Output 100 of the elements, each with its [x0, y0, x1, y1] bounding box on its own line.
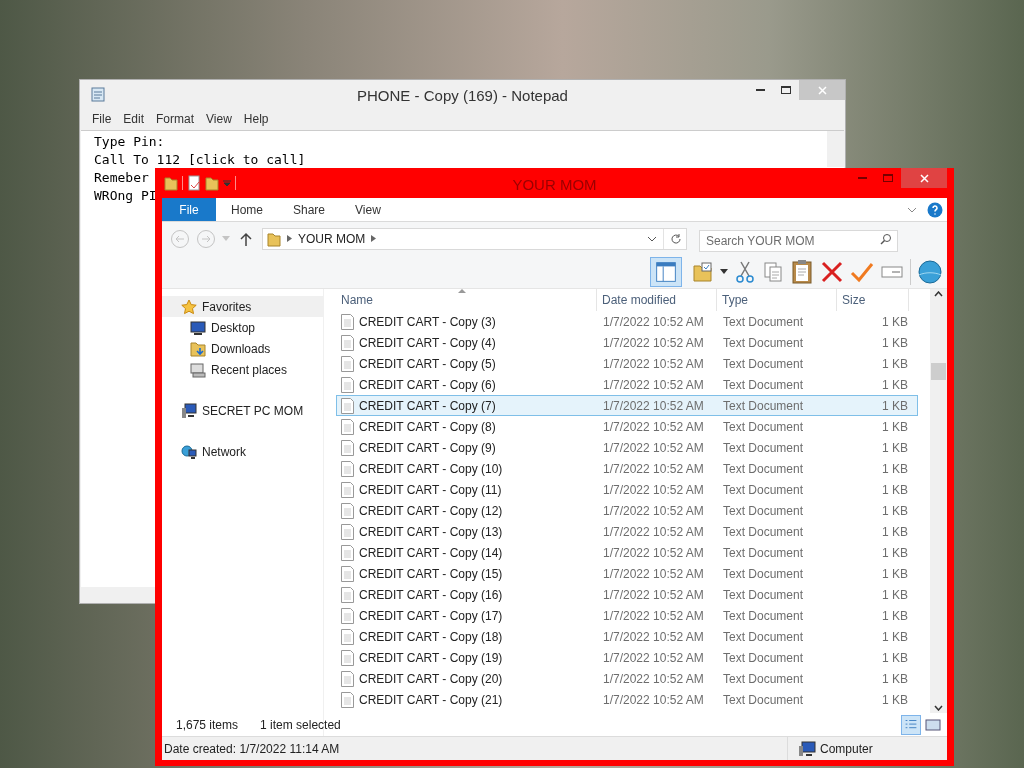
text-file-icon [341, 334, 354, 351]
text-file-icon [341, 649, 354, 666]
dropdown-icon[interactable] [223, 179, 231, 187]
monitor-icon [190, 319, 206, 336]
date-cell-text: 1/7/2022 10:52 AM [602, 376, 705, 394]
computer-icon [798, 740, 816, 757]
file-row[interactable]: CREDIT CART - Copy (13) 1/7/2022 10:52 AM Text Document 1 KB [336, 521, 918, 542]
search-field[interactable]: Search YOUR MOM [699, 229, 898, 252]
column-header[interactable]: Size [837, 289, 909, 311]
up-arrow-icon[interactable] [240, 231, 252, 246]
details-view-icon[interactable] [901, 714, 921, 735]
scroll-up-icon[interactable] [934, 291, 943, 297]
window-title: YOUR MOM [511, 175, 598, 195]
caret-icon[interactable] [720, 269, 728, 274]
preview-pane-icon[interactable] [650, 256, 682, 287]
file-name: CREDIT CART - Copy (11) [359, 481, 502, 499]
scrollbar[interactable] [827, 131, 844, 167]
file-row[interactable]: CREDIT CART - Copy (6) 1/7/2022 10:52 AM Text Document 1 KB [336, 374, 918, 395]
menu-item[interactable]: Help [237, 110, 275, 128]
sidebar-item[interactable]: Recent places [162, 359, 323, 380]
ribbon-tab[interactable]: Share [278, 198, 341, 221]
file-row[interactable]: CREDIT CART - Copy (21) 1/7/2022 10:52 AM Text Document 1 KB [336, 689, 918, 710]
column-header[interactable]: Name [336, 289, 597, 311]
sidebar-item[interactable]: Favorites [162, 296, 323, 317]
size-cell-text: 1 KB [881, 523, 909, 541]
file-row[interactable]: CREDIT CART - Copy (11) 1/7/2022 10:52 AM Text Document 1 KB [336, 479, 918, 500]
type-cell-text: Text Document [722, 565, 805, 583]
date-cell-text: 1/7/2022 10:52 AM [602, 691, 705, 709]
download-folder-icon [190, 340, 206, 357]
address-text[interactable]: YOUR MOM [298, 229, 366, 248]
file-row[interactable]: CREDIT CART - Copy (18) 1/7/2022 10:52 AM Text Document 1 KB [336, 626, 918, 647]
type-cell-text: Text Document [722, 313, 805, 331]
properties-icon[interactable] [187, 175, 201, 191]
menu-item[interactable]: Edit [117, 110, 151, 128]
text-file-icon [341, 670, 354, 687]
expand-ribbon-icon[interactable] [907, 206, 917, 213]
new-folder-icon[interactable] [205, 175, 219, 191]
file-row[interactable]: CREDIT CART - Copy (4) 1/7/2022 10:52 AM Text Document 1 KB [336, 332, 918, 353]
file-row[interactable]: CREDIT CART - Copy (9) 1/7/2022 10:52 AM Text Document 1 KB [336, 437, 918, 458]
file-row[interactable]: CREDIT CART - Copy (10) 1/7/2022 10:52 AM Text Document 1 KB [336, 458, 918, 479]
file-row[interactable]: CREDIT CART - Copy (8) 1/7/2022 10:52 AM Text Document 1 KB [336, 416, 918, 437]
address-bar[interactable]: YOUR MOM [262, 227, 687, 250]
refresh-icon[interactable] [670, 232, 682, 245]
scrollbar[interactable] [930, 289, 947, 713]
file-row[interactable]: CREDIT CART - Copy (16) 1/7/2022 10:52 AM Text Document 1 KB [336, 584, 918, 605]
menu-item[interactable]: Format [150, 110, 201, 128]
text-line: Remeber [94, 169, 149, 187]
close-icon [919, 173, 929, 183]
ribbon-tab[interactable]: Home [216, 198, 278, 221]
file-row[interactable]: CREDIT CART - Copy (15) 1/7/2022 10:52 AM Text Document 1 KB [336, 563, 918, 584]
date-cell-text: 1/7/2022 10:52 AM [602, 460, 705, 478]
date-cell-text: 1/7/2022 10:52 AM [602, 565, 705, 583]
date-cell-text: 1/7/2022 10:52 AM [602, 628, 705, 646]
file-row[interactable]: CREDIT CART - Copy (14) 1/7/2022 10:52 AM Text Document 1 KB [336, 542, 918, 563]
type-cell-text: Text Document [722, 523, 805, 541]
file-name: CREDIT CART - Copy (20) [359, 670, 503, 688]
file-row[interactable]: CREDIT CART - Copy (17) 1/7/2022 10:52 AM Text Document 1 KB [336, 605, 918, 626]
file-row[interactable]: CREDIT CART - Copy (20) 1/7/2022 10:52 AM Text Document 1 KB [336, 668, 918, 689]
type-cell-text: Text Document [722, 355, 805, 373]
column-header[interactable]: Date modified [597, 289, 717, 311]
recent-places-icon [190, 361, 206, 378]
menu-item[interactable]: File [86, 110, 118, 128]
dropdown-icon[interactable] [647, 235, 657, 242]
size-cell-text: 1 KB [881, 460, 909, 478]
delete-icon[interactable] [820, 259, 844, 284]
type-cell-text: Text Document [722, 376, 805, 394]
ribbon-tab[interactable]: View [340, 198, 396, 221]
file-row[interactable]: CREDIT CART - Copy (3) 1/7/2022 10:52 AM Text Document 1 KB [336, 311, 918, 332]
computer-icon [181, 402, 197, 419]
sidebar-item[interactable]: Desktop [162, 317, 323, 338]
ribbon-tab[interactable]: File [162, 198, 216, 221]
folder-check-icon[interactable] [692, 260, 714, 283]
file-row[interactable]: CREDIT CART - Copy (7) 1/7/2022 10:52 AM Text Document 1 KB [336, 395, 918, 416]
sidebar-item[interactable]: Network [162, 441, 323, 462]
chevron-right-icon[interactable] [371, 235, 377, 242]
folder-icon[interactable] [164, 175, 178, 191]
menu-item[interactable]: View [200, 110, 238, 128]
file-name: CREDIT CART - Copy (16) [359, 586, 503, 604]
close-button[interactable] [901, 168, 947, 188]
chevron-right-icon[interactable] [287, 235, 292, 242]
text-file-icon [341, 628, 354, 645]
sidebar-item[interactable]: SECRET PC MOM [162, 400, 323, 421]
help-icon[interactable] [927, 201, 943, 218]
type-cell-text: Text Document [722, 334, 805, 352]
globe-icon[interactable] [917, 258, 943, 285]
scissors-icon[interactable] [734, 259, 756, 284]
clipboard-icon[interactable] [790, 258, 814, 285]
scrollbar-thumb[interactable] [931, 362, 946, 380]
scrollbar[interactable] [81, 587, 155, 603]
file-row[interactable]: CREDIT CART - Copy (12) 1/7/2022 10:52 AM Text Document 1 KB [336, 500, 918, 521]
file-row[interactable]: CREDIT CART - Copy (19) 1/7/2022 10:52 AM Text Document 1 KB [336, 647, 918, 668]
copy-icon[interactable] [762, 259, 784, 284]
scroll-down-icon[interactable] [934, 705, 943, 711]
sidebar-item[interactable]: Downloads [162, 338, 323, 359]
file-row[interactable]: CREDIT CART - Copy (5) 1/7/2022 10:52 AM Text Document 1 KB [336, 353, 918, 374]
sort-arrow-icon [458, 289, 466, 293]
size-cell-text: 1 KB [881, 544, 909, 562]
text-file-icon [341, 313, 354, 330]
folder-icon [267, 230, 281, 247]
column-header[interactable]: Type [717, 289, 837, 311]
